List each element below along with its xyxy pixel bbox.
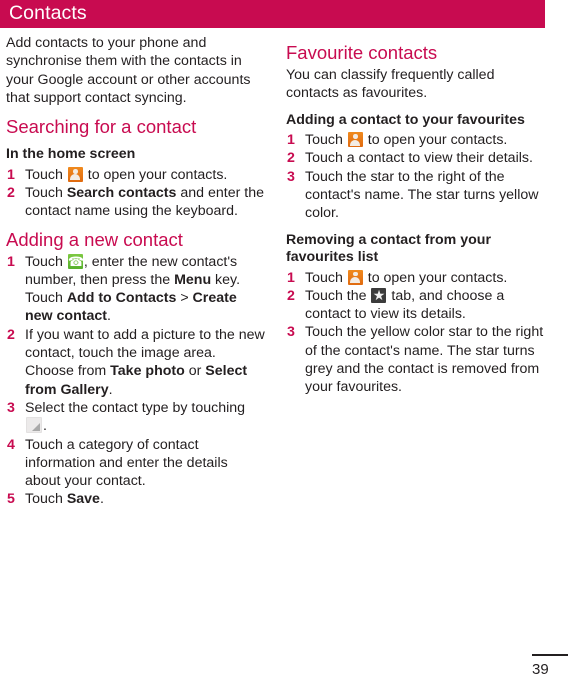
emphasis-text: Save — [66, 491, 100, 508]
step-item: 1 Touch to open your contacts. — [287, 132, 508, 149]
step-item: 2 Touch a contact to view their details. — [287, 150, 533, 167]
intro-paragraph: Add contacts to your phone and synchroni… — [6, 35, 251, 106]
step-number: 1 — [7, 166, 15, 183]
step-item: 3 Touch the yellow color star to the righ… — [287, 324, 544, 396]
step-item: 5 Touch Save. — [7, 491, 104, 508]
subheading-removing-favourite: Removing a contact from your favourites … — [286, 231, 491, 266]
favourite-intro-paragraph: You can classify frequently called conta… — [286, 67, 495, 102]
section-heading-adding-contact: Adding a new contact — [6, 228, 183, 250]
step-item: 3 Select the contact type by touching . — [7, 399, 246, 435]
step-number: 5 — [7, 491, 15, 508]
step-item: 1 Touch to open your contacts. — [287, 269, 508, 286]
step-number: 2 — [287, 287, 295, 304]
step-item: 2 If you want to add a picture to the new… — [7, 326, 265, 398]
subheading-home-screen: In the home screen — [6, 146, 136, 163]
step-number: 2 — [7, 184, 15, 201]
star-icon — [371, 287, 387, 303]
dropdown-icon — [26, 417, 42, 434]
page-title: Contacts — [9, 2, 87, 24]
emphasis-text: Add to Contacts — [66, 290, 177, 307]
step-item: 2Touch the tab, and choose a contact to … — [286, 287, 545, 324]
step-number: 1 — [7, 253, 15, 270]
left-column: Add contacts to your phone and synchroni… — [6, 34, 265, 511]
subheading-adding-favourite: Adding a contact to your favourites — [286, 111, 525, 128]
steps-adding-contact: 1Touch , enter the new contact's number,… — [6, 253, 265, 509]
contacts-icon — [347, 132, 363, 148]
emphasis-text: Take photo — [110, 363, 185, 380]
page-number: 39 — [532, 661, 549, 678]
step-number: 3 — [7, 399, 15, 416]
steps-searching: 1 Touch to open your contacts. 2 Touch Sear… — [6, 166, 265, 221]
step-number: 1 — [287, 132, 295, 149]
right-column: Favourite contacts You can classify freq… — [286, 34, 545, 399]
emphasis-text: Menu — [174, 271, 212, 288]
contacts-icon — [347, 269, 363, 285]
phone-icon — [67, 253, 83, 269]
section-heading-searching: Searching for a contact — [6, 116, 197, 138]
step-number: 3 — [287, 324, 295, 341]
step-item: 3 Touch the star to the right of the cont… — [287, 168, 539, 222]
step-item: 4 Touch a category of contact information… — [7, 436, 228, 490]
step-item: 1 Touch to open your contacts. — [7, 166, 228, 183]
section-heading-favourite-contacts: Favourite contacts — [286, 42, 438, 63]
steps-adding-favourite: 1 Touch to open your contacts. 2 Touch a co… — [286, 131, 545, 222]
step-item: 2 Touch Search contacts and enter the con… — [7, 184, 264, 220]
step-number: 3 — [287, 168, 295, 185]
step-number: 2 — [287, 150, 295, 167]
footer-rule — [532, 654, 568, 656]
contacts-icon — [67, 166, 83, 182]
step-number: 4 — [7, 436, 15, 453]
steps-removing-favourite: 1 Touch to open your contacts. 2 Touch the … — [286, 269, 545, 397]
step-number: 2 — [7, 326, 15, 343]
step-number: 1 — [287, 269, 295, 286]
step-item: 1Touch , enter the new contact's number,… — [6, 253, 265, 326]
emphasis-text: Search contacts — [66, 184, 177, 201]
